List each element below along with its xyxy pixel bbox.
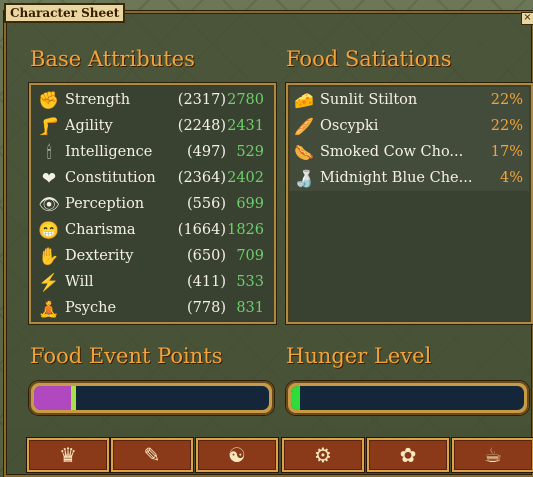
- hunger-level-bar: [286, 381, 529, 415]
- attribute-row-perception[interactable]: 👁 Perception (556) 699: [37, 193, 268, 217]
- close-button[interactable]: ×: [521, 12, 533, 25]
- attribute-name: Intelligence: [65, 144, 153, 160]
- attribute-row-intelligence[interactable]: 🕯 Intelligence (497) 529: [37, 141, 268, 165]
- base-attributes-title: Base Attributes: [30, 47, 195, 71]
- tab-attributes-crown-icon: ♛: [59, 443, 77, 467]
- attribute-row-agility[interactable]: 🦵 Agility (2248) 2431: [37, 115, 268, 139]
- attribute-value: 709: [236, 248, 264, 264]
- fep-fill: [34, 386, 77, 410]
- food-row[interactable]: 🍶 Midnight Blue Che... 4%: [292, 167, 527, 191]
- food-row[interactable]: 🌭 Smoked Cow Cho... 17%: [292, 141, 527, 165]
- attribute-name: Strength: [65, 92, 131, 108]
- attribute-value: 2402: [227, 170, 264, 186]
- attribute-name: Will: [65, 274, 94, 290]
- attribute-value: 1826: [227, 222, 264, 238]
- attribute-base: (2317): [177, 92, 226, 108]
- constitution-icon: ❤: [41, 169, 57, 189]
- hunger-track: [291, 386, 524, 410]
- attribute-name: Perception: [65, 196, 145, 212]
- strength-icon: ✊: [38, 91, 60, 111]
- food-name: Oscypki: [320, 118, 379, 134]
- tab-skills[interactable]: ✎: [111, 438, 193, 472]
- tab-beliefs-icon: ☯: [228, 443, 246, 467]
- tab-study-icon: ⚙: [314, 443, 332, 467]
- will-icon: ⚡: [38, 273, 60, 293]
- attribute-value: 2431: [227, 118, 264, 134]
- hunger-fill: [291, 386, 301, 410]
- attribute-name: Agility: [65, 118, 113, 134]
- attribute-value: 533: [236, 274, 264, 290]
- attribute-base: (2248): [177, 118, 226, 134]
- food-name: Smoked Cow Cho...: [320, 144, 464, 160]
- food-satiations-panel: 🧀 Sunlit Stilton 22% 🥖 Oscypki 22% 🌭 Smoked Cow…: [286, 83, 533, 324]
- tab-wounds-icon: ✿: [399, 443, 417, 467]
- food-event-points-title: Food Event Points: [30, 344, 223, 368]
- food-row[interactable]: 🥖 Oscypki 22%: [292, 115, 527, 139]
- attribute-value: 2780: [227, 92, 264, 108]
- food-percent: 22%: [490, 92, 523, 108]
- attribute-name: Charisma: [65, 222, 136, 238]
- intelligence-icon: 🕯: [46, 143, 52, 163]
- attribute-value: 529: [236, 144, 264, 160]
- fep-track: [34, 386, 269, 410]
- perception-icon: 👁: [38, 195, 60, 215]
- food-percent: 4%: [499, 170, 523, 186]
- food-satiations-title: Food Satiations: [286, 47, 452, 71]
- window-title[interactable]: Character Sheet: [4, 3, 126, 23]
- attribute-base: (497): [187, 144, 226, 160]
- attribute-base: (650): [187, 248, 226, 264]
- cheese-icon: 🧀: [294, 91, 314, 110]
- attribute-name: Psyche: [65, 300, 117, 316]
- attribute-row-dexterity[interactable]: ✋ Dexterity (650) 709: [37, 245, 268, 269]
- attribute-base: (778): [187, 300, 226, 316]
- agility-icon: 🦵: [38, 117, 60, 137]
- attribute-name: Dexterity: [65, 248, 134, 264]
- food-name: Sunlit Stilton: [320, 92, 418, 108]
- tab-study[interactable]: ⚙: [282, 438, 364, 472]
- charisma-icon: 😁: [38, 221, 60, 241]
- attribute-row-psyche[interactable]: 🧘 Psyche (778) 831: [37, 297, 268, 321]
- attribute-row-constitution[interactable]: ❤ Constitution (2364) 2402: [37, 167, 268, 191]
- hunger-level-title: Hunger Level: [286, 344, 432, 368]
- sausage-icon: 🌭: [294, 143, 314, 162]
- attribute-base: (1664): [177, 222, 226, 238]
- food-percent: 22%: [490, 118, 523, 134]
- food-percent: 17%: [490, 144, 523, 160]
- attribute-value: 831: [236, 300, 264, 316]
- base-attributes-panel: ✊ Strength (2317) 2780 🦵 Agility (2248) 2431 🕯 In…: [29, 83, 276, 324]
- dexterity-icon: ✋: [38, 247, 60, 267]
- attribute-row-strength[interactable]: ✊ Strength (2317) 2780: [37, 89, 268, 113]
- food-event-points-bar: [29, 381, 274, 415]
- food-row[interactable]: 🧀 Sunlit Stilton 22%: [292, 89, 527, 113]
- attribute-base: (2364): [177, 170, 226, 186]
- attribute-base: (556): [187, 196, 226, 212]
- attribute-row-will[interactable]: ⚡ Will (411) 533: [37, 271, 268, 295]
- attribute-base: (411): [187, 274, 226, 290]
- blue-cheese-icon: 🍶: [294, 169, 314, 188]
- food-name: Midnight Blue Che...: [320, 170, 473, 186]
- tab-skills-icon: ✎: [143, 443, 161, 467]
- oscypek-icon: 🥖: [294, 117, 314, 136]
- fep-marker: [71, 386, 77, 410]
- tab-wounds[interactable]: ✿: [367, 438, 449, 472]
- attribute-row-charisma[interactable]: 😁 Charisma (1664) 1826: [37, 219, 268, 243]
- tab-quests[interactable]: ☕: [452, 438, 533, 472]
- attribute-name: Constitution: [65, 170, 156, 186]
- attribute-value: 699: [236, 196, 264, 212]
- tab-beliefs[interactable]: ☯: [196, 438, 278, 472]
- tab-attributes-crown[interactable]: ♛: [27, 438, 109, 472]
- tab-quests-icon: ☕: [484, 443, 502, 467]
- psyche-icon: 🧘: [38, 299, 60, 319]
